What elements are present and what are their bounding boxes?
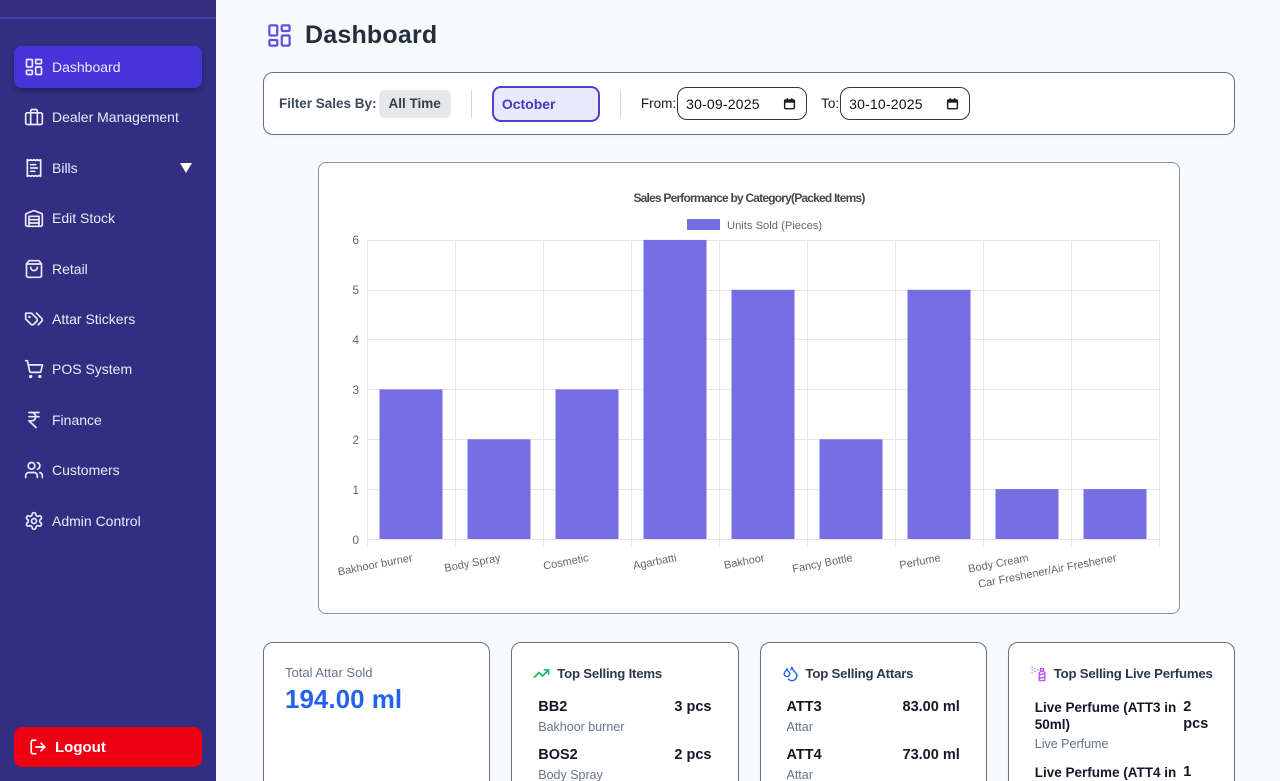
svg-text:2: 2 [352, 433, 359, 447]
svg-text:Sales Performance by Category(: Sales Performance by Category(Packed Ite… [633, 191, 865, 205]
svg-text:Bakhoor: Bakhoor [723, 552, 766, 572]
svg-text:Agarbatti: Agarbatti [632, 552, 678, 572]
svg-text:Body Spray: Body Spray [443, 552, 502, 575]
svg-text:Perfume: Perfume [898, 552, 941, 572]
svg-text:5: 5 [352, 283, 359, 297]
svg-text:3: 3 [352, 383, 359, 397]
svg-text:Units Sold (Pieces): Units Sold (Pieces) [727, 220, 822, 232]
svg-text:0: 0 [352, 533, 359, 547]
svg-text:Cosmetic: Cosmetic [542, 552, 590, 573]
svg-text:6: 6 [352, 233, 359, 247]
svg-text:1: 1 [352, 483, 359, 497]
svg-text:4: 4 [352, 333, 359, 347]
svg-text:Fancy Bottle: Fancy Bottle [791, 552, 853, 575]
svg-text:Bakhoor burner: Bakhoor burner [337, 552, 414, 578]
